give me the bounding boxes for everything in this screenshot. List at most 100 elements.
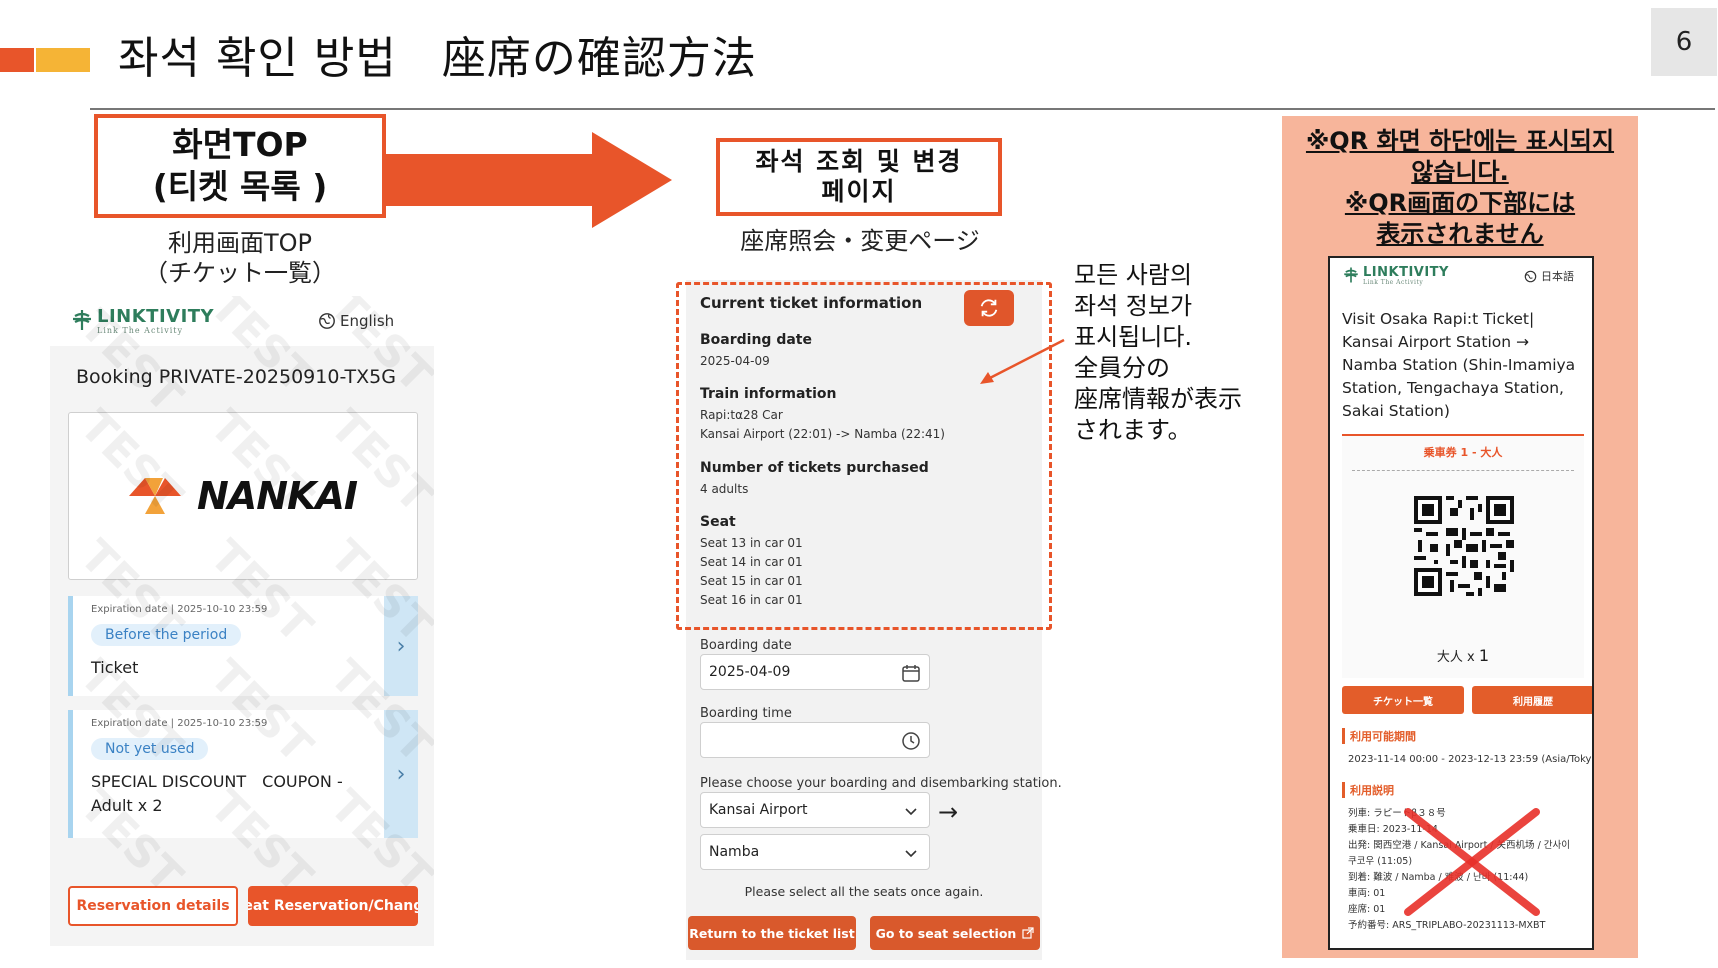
top-caption-line2: （チケット一覧） — [144, 259, 336, 287]
accent-bar-yellow — [36, 48, 90, 72]
calendar-icon[interactable] — [901, 663, 921, 683]
external-link-icon — [1022, 927, 1034, 939]
to-station-value: Namba — [709, 844, 760, 860]
linktivity-leaf-icon — [1344, 267, 1358, 283]
seat-item: Seat 14 in car 01 — [700, 555, 803, 569]
ticket-name-line2: Adult x 2 — [91, 796, 163, 815]
train-info-car: Rapi:tα28 Car — [700, 408, 783, 422]
return-to-ticket-list-button[interactable]: Return to the ticket list — [688, 916, 856, 950]
seat-page-caption: 座席照会・変更ページ — [740, 227, 980, 255]
refresh-button[interactable] — [964, 290, 1014, 326]
ticket-name: Ticket — [91, 658, 139, 677]
globe-icon — [319, 313, 335, 329]
tickets-purchased-label: Number of tickets purchased — [700, 460, 929, 476]
form-boarding-time-label: Boarding time — [700, 706, 792, 721]
logo-name: LINKTIVITY — [97, 306, 215, 327]
go-to-seat-selection-button[interactable]: Go to seat selection — [870, 916, 1040, 950]
linktivity-logo: LINKTIVITY Link The Activity — [70, 308, 214, 335]
slide-title: 좌석 확인 방법 座席の確認方法 — [118, 33, 757, 84]
top-caption: 利用画面TOP （チケット一覧） — [130, 228, 350, 288]
booking-number: Booking PRIVATE-20250910-TX5G — [76, 366, 396, 388]
boarding-date-value: 2025-04-09 — [700, 354, 770, 368]
language-label: English — [340, 312, 395, 330]
from-station-select[interactable]: Kansai Airport — [700, 792, 930, 828]
qr-ticket-screen: LINKTIVITY Link The Activity 日本語 Visit O… — [1328, 256, 1594, 950]
screen-top-label-line1: 화면TOP — [172, 125, 308, 164]
globe-icon — [1524, 270, 1537, 282]
screen-top-label: 화면TOP (티켓 목록 ) — [94, 114, 386, 218]
usage-history-button[interactable]: 利用履歴 — [1472, 686, 1592, 714]
annotation-text: 모든 사람의 좌석 정보가 표시됩니다. 全員分の 座席情報が表示 されます。 — [1074, 260, 1242, 446]
top-caption-line1: 利用画面TOP — [167, 229, 313, 257]
operator-card: NANKAI — [68, 412, 418, 580]
chevron-down-icon — [905, 850, 917, 858]
boarding-date-field-value: 2025-04-09 — [709, 664, 791, 680]
boarding-date-label: Boarding date — [700, 332, 812, 348]
form-boarding-date-label: Boarding date — [700, 638, 792, 653]
qr-warning-line: ※QR画面の下部には — [1344, 189, 1576, 217]
seat-item: Seat 16 in car 01 — [700, 593, 803, 607]
linktivity-logo: LINKTIVITY Link The Activity — [1342, 266, 1449, 286]
ticket-list-screen: LINKTIVITY Link The Activity English Boo… — [50, 296, 434, 946]
annotation-line: 좌석 정보가 — [1074, 292, 1193, 320]
seat-item: Seat 15 in car 01 — [700, 574, 803, 588]
annotation-line: されます。 — [1074, 416, 1192, 444]
language-selector[interactable]: English — [318, 312, 394, 330]
ticket-status-badge: Before the period — [91, 624, 242, 646]
go-to-seat-selection-label: Go to seat selection — [875, 925, 1017, 941]
boarding-date-field[interactable]: 2025-04-09 — [700, 654, 930, 690]
description-section-title: 利用説明 — [1342, 782, 1394, 798]
seat-page-label-line2: 페이지 — [821, 177, 897, 206]
ticket-card[interactable]: Expiration date | 2025-10-10 23:59 Not y… — [68, 710, 418, 838]
ticket-name-line1: SPECIAL DISCOUNT COUPON - — [91, 772, 343, 791]
language-label: 日本語 — [1541, 270, 1574, 283]
from-station-value: Kansai Airport — [709, 802, 808, 818]
ticket-status-badge: Not yet used — [91, 738, 209, 760]
ticket-card[interactable]: Expiration date | 2025-10-10 23:59 Befor… — [68, 596, 418, 696]
dashed-divider — [1352, 470, 1574, 471]
refresh-icon — [980, 299, 998, 317]
chevron-right-icon[interactable]: › — [384, 596, 418, 696]
annotation-arrow-icon — [980, 338, 1065, 384]
period-section-title: 利用可能期間 — [1342, 728, 1416, 744]
linktivity-leaf-icon — [73, 310, 91, 330]
train-info-route: Kansai Airport (22:01) -> Namba (22:41) — [700, 427, 945, 441]
ticket-expiration: Expiration date | 2025-10-10 23:59 — [91, 604, 268, 615]
language-selector[interactable]: 日本語 — [1524, 268, 1574, 284]
arrow-right-icon: → — [938, 798, 959, 826]
ticket-list-button[interactable]: チケット一覧 — [1342, 686, 1464, 714]
to-station-select[interactable]: Namba — [700, 834, 930, 870]
annotation-line: 모든 사람의 — [1074, 261, 1193, 289]
chevron-down-icon — [905, 808, 917, 816]
cross-out-icon — [1404, 808, 1540, 916]
seat-label: Seat — [700, 514, 736, 530]
passenger-count-label: 大人 x — [1436, 650, 1475, 665]
qr-warning-line: ※QR 화면 하단에는 표시되지 — [1305, 127, 1615, 155]
logo-name: LINKTIVITY — [1363, 265, 1449, 280]
logo-tagline: Link The Activity — [1363, 279, 1424, 286]
seat-reservation-button[interactable]: Seat Reservation/Change — [248, 886, 418, 926]
chevron-right-icon[interactable]: › — [384, 710, 418, 838]
annotation-line: 座席情報が表示 — [1074, 385, 1242, 413]
seat-page-label-line1: 좌석 조회 및 변경 — [755, 147, 963, 176]
seat-item: Seat 13 in car 01 — [700, 536, 803, 550]
period-value: 2023-11-14 00:00 - 2023-12-13 23:59 (Asi… — [1348, 754, 1594, 765]
ticket-expiration: Expiration date | 2025-10-10 23:59 — [91, 718, 268, 729]
title-divider — [90, 108, 1715, 110]
reservation-details-button[interactable]: Reservation details — [68, 886, 238, 926]
qr-warning: ※QR 화면 하단에는 표시되지 않습니다. ※QR画面の下部には 表示されませ… — [1282, 126, 1638, 250]
passenger-count: 大人 x 1 — [1342, 646, 1584, 665]
logo-tagline: Link The Activity — [97, 326, 184, 335]
passenger-count-value: 1 — [1478, 646, 1490, 665]
reselect-note: Please select all the seats once again. — [744, 884, 984, 899]
accent-bar-red — [0, 48, 34, 72]
nankai-logo-icon — [128, 478, 181, 514]
description-line: 予約番号: ARS_TRIPLABO-20231113-MXBT — [1348, 920, 1546, 931]
qr-warning-line: 않습니다. — [1411, 158, 1509, 186]
qr-warning-line: 表示されません — [1376, 220, 1544, 248]
clock-icon[interactable] — [901, 731, 921, 751]
ticket-kind: 乗車券 1 - 大人 — [1423, 446, 1503, 459]
annotation-line: 표시됩니다. — [1074, 323, 1193, 351]
page-number: 6 — [1651, 8, 1717, 76]
boarding-time-field[interactable] — [700, 722, 930, 758]
